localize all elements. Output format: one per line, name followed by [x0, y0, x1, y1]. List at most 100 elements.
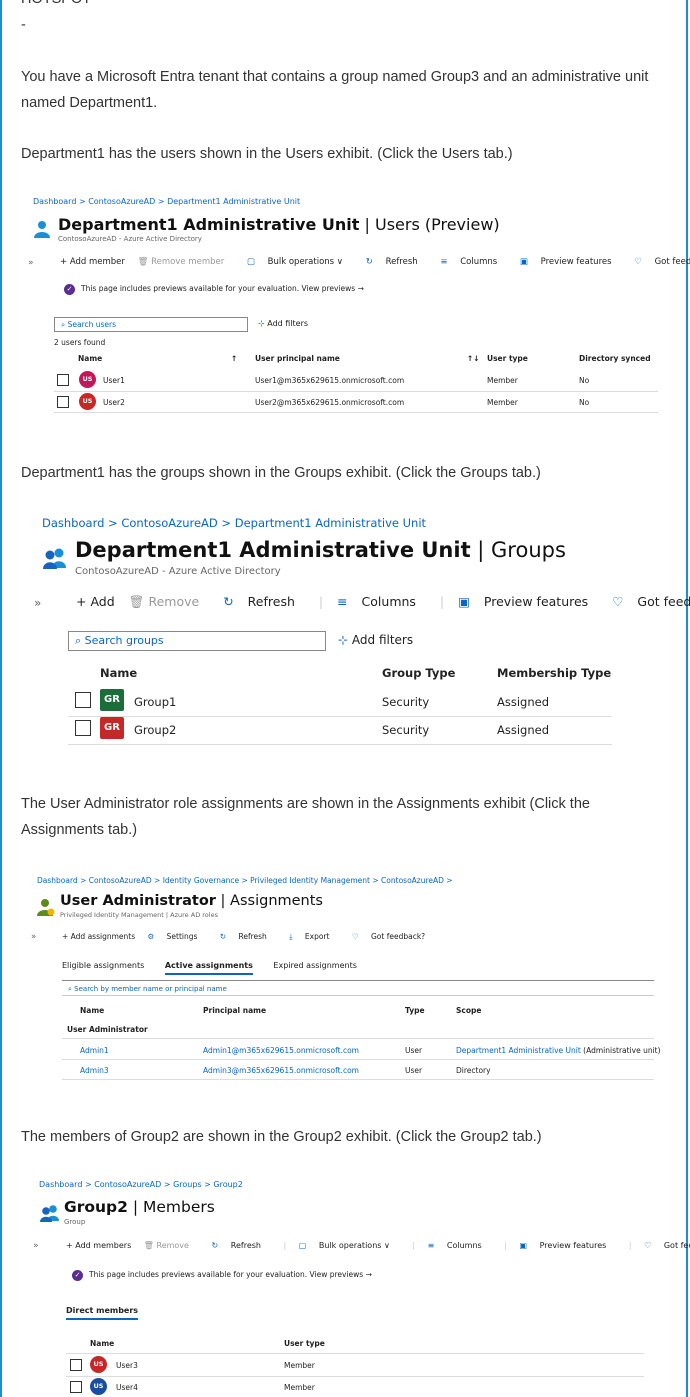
crumb-tenant[interactable]: ContosoAzureAD [89, 876, 152, 885]
avatar: US [90, 1356, 107, 1373]
remove-button[interactable]: 🗑 Remove [144, 1241, 199, 1250]
add-button[interactable]: + Add [76, 594, 115, 609]
crumb-identity-governance[interactable]: Identity Governance [163, 876, 239, 885]
group-name[interactable]: Group2 [134, 723, 176, 737]
col-membership-type[interactable]: Membership Type [497, 666, 611, 680]
refresh-button[interactable]: ↻ Refresh [366, 257, 428, 267]
col-scope[interactable]: Scope [456, 1006, 481, 1015]
preview-features-button[interactable]: ▣ Preview features [519, 1241, 616, 1250]
remove-button[interactable]: 🗑 Remove [129, 594, 210, 610]
crumb-pim[interactable]: Privileged Identity Management [250, 876, 370, 885]
add-filters-button[interactable]: ⊹ Add filters [338, 633, 413, 647]
search-members-input[interactable]: ⌕ Search by member name or principal nam… [62, 984, 654, 996]
refresh-button[interactable]: ↻ Refresh [220, 932, 277, 941]
crumb-tenant[interactable]: ContosoAzureAD [94, 1180, 161, 1189]
crumb-groups[interactable]: Groups [173, 1180, 202, 1189]
col-name[interactable]: Name [78, 354, 102, 363]
breadcrumb: Dashboard > ContosoAzureAD > Department1… [42, 516, 427, 530]
add-filters-button[interactable]: ⊹ Add filters [258, 319, 308, 328]
assignee-type: User [405, 1066, 423, 1075]
expand-chevron-icon[interactable]: » [31, 932, 36, 942]
crumb-group2[interactable]: Group2 [213, 1180, 242, 1189]
expand-chevron-icon[interactable]: » [33, 1241, 39, 1251]
export-button[interactable]: ⤓ Export [289, 932, 339, 942]
tab-direct-members[interactable]: Direct members [66, 1306, 139, 1320]
tab-expired[interactable]: Expired assignments [273, 961, 356, 970]
col-user-type[interactable]: User type [487, 354, 528, 363]
feedback-button[interactable]: ♡ Got feedback? [352, 932, 435, 941]
expand-chevron-icon[interactable]: » [28, 258, 34, 268]
expand-chevron-icon[interactable]: » [34, 596, 41, 610]
group2-exhibit: Dashboard > ContosoAzureAD > Groups > Gr… [0, 1173, 690, 1397]
col-group-type[interactable]: Group Type [382, 666, 455, 680]
crumb-dashboard[interactable]: Dashboard [37, 876, 78, 885]
member-name[interactable]: User4 [116, 1383, 138, 1392]
assignee-principal[interactable]: Admin3@m365x629615.onmicrosoft.com [203, 1066, 359, 1075]
add-member-button[interactable]: + Add member [60, 257, 125, 267]
preview-features-button[interactable]: ▣ Preview features [458, 594, 598, 609]
assignee-name[interactable]: Admin1 [80, 1046, 109, 1055]
col-principal[interactable]: Principal name [203, 1006, 266, 1015]
scope-link[interactable]: Department1 Administrative Unit [456, 1046, 581, 1055]
crumb-tenant[interactable]: ContosoAzureAD [121, 516, 217, 530]
col-directory-synced[interactable]: Directory synced [579, 354, 651, 363]
row-checkbox[interactable] [57, 374, 69, 386]
search-users-input[interactable]: ⌕ Search users [54, 317, 248, 332]
row-divider [62, 1059, 654, 1060]
member-name[interactable]: User3 [116, 1361, 138, 1370]
columns-button[interactable]: ≡ Columns [337, 594, 426, 609]
refresh-button[interactable]: ↻ Refresh [212, 1241, 271, 1250]
assignee-type: User [405, 1046, 423, 1055]
assignment-scope: Directory [456, 1066, 491, 1075]
row-checkbox[interactable] [70, 1381, 82, 1393]
crumb-tenant-2[interactable]: ContosoAzureAD [381, 876, 444, 885]
row-checkbox[interactable] [57, 396, 69, 408]
feedback-button[interactable]: ♡ Got feedback? [634, 257, 690, 267]
preview-notice: ✓ This page includes previews available f… [64, 284, 364, 295]
group-name[interactable]: Group1 [134, 695, 176, 709]
crumb-tenant[interactable]: ContosoAzureAD [88, 197, 155, 206]
user-name[interactable]: User2 [103, 398, 125, 407]
crumb-unit[interactable]: Department1 Administrative Unit [167, 197, 300, 206]
crumb-unit[interactable]: Department1 Administrative Unit [235, 516, 426, 530]
col-name[interactable]: Name [100, 666, 137, 680]
crumb-dashboard[interactable]: Dashboard [39, 1180, 82, 1189]
result-count: 2 users found [54, 338, 106, 347]
user-name[interactable]: User1 [103, 376, 125, 385]
col-name[interactable]: Name [80, 1006, 104, 1015]
sort-arrow-icon[interactable]: ↑ [231, 354, 237, 363]
avatar: US [79, 393, 96, 410]
assignee-principal[interactable]: Admin1@m365x629615.onmicrosoft.com [203, 1046, 359, 1055]
tab-active[interactable]: Active assignments [164, 961, 253, 975]
row-checkbox[interactable] [70, 1359, 82, 1371]
user-synced: No [579, 398, 590, 407]
row-checkbox[interactable] [75, 720, 91, 736]
add-members-button[interactable]: + Add members [66, 1241, 131, 1250]
search-groups-input[interactable]: ⌕ Search groups [68, 631, 326, 651]
refresh-button[interactable]: ↻ Refresh [223, 594, 305, 609]
crumb-dashboard[interactable]: Dashboard [42, 516, 104, 530]
bulk-operations-button[interactable]: ▢ Bulk operations ∨ [247, 257, 353, 267]
col-user-type[interactable]: User type [284, 1339, 325, 1348]
columns-button[interactable]: ≡ Columns [428, 1241, 492, 1250]
paragraph-assignments: The User Administrator role assignments … [21, 796, 590, 838]
breadcrumb: Dashboard > ContosoAzureAD > Identity Go… [37, 876, 453, 885]
groups-exhibit: Dashboard > ContosoAzureAD > Department1… [0, 510, 690, 750]
bulk-operations-button[interactable]: ▢ Bulk operations ∨ [299, 1241, 400, 1250]
settings-button[interactable]: ⚙ Settings [148, 932, 208, 941]
columns-button[interactable]: ≡ Columns [440, 257, 507, 267]
crumb-dashboard[interactable]: Dashboard [33, 197, 76, 206]
add-assignments-button[interactable]: + Add assignments [62, 932, 135, 941]
row-divider [62, 1038, 654, 1039]
feedback-button[interactable]: ♡ Got feedback? [644, 1241, 690, 1250]
sort-toggle-icon[interactable]: ↑↓ [467, 354, 480, 363]
tab-eligible[interactable]: Eligible assignments [62, 961, 144, 970]
row-checkbox[interactable] [75, 692, 91, 708]
preview-features-button[interactable]: ▣ Preview features [520, 257, 622, 267]
assignee-name[interactable]: Admin3 [80, 1066, 109, 1075]
col-upn[interactable]: User principal name [255, 354, 340, 363]
feedback-button[interactable]: ♡ Got feedback? [612, 594, 690, 609]
col-type[interactable]: Type [405, 1006, 425, 1015]
col-name[interactable]: Name [90, 1339, 114, 1348]
remove-member-button[interactable]: 🗑 Remove member [138, 257, 235, 267]
